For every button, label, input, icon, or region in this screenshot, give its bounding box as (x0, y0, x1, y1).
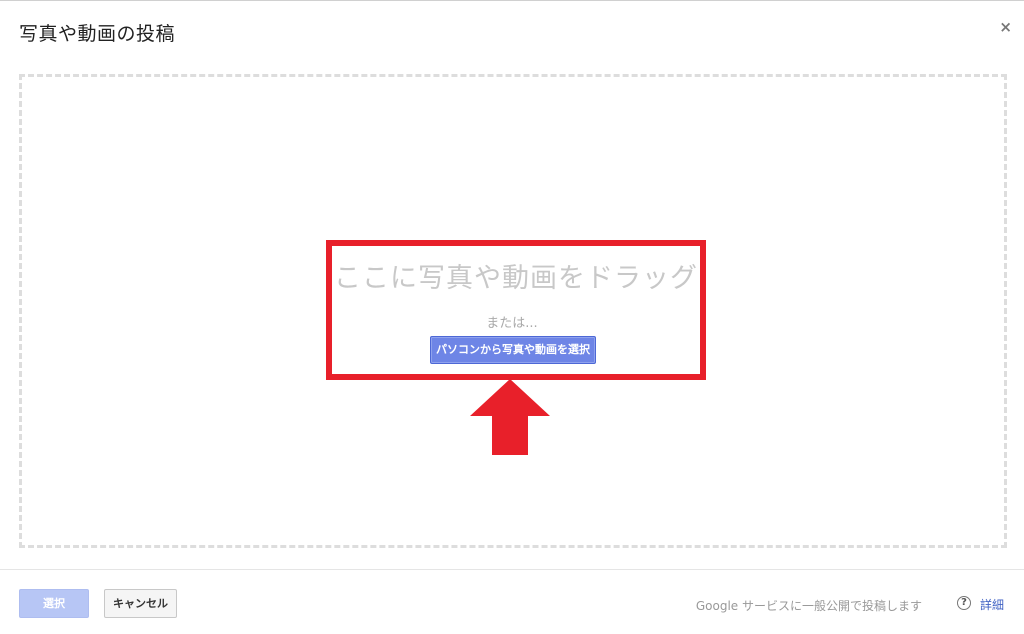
public-post-notice: Google サービスに一般公開で投稿します (695, 599, 922, 613)
dialog-title: 写真や動画の投稿 (19, 23, 176, 45)
drag-instruction: ここに写真や動画をドラッグ (334, 263, 698, 294)
close-icon[interactable]: × (999, 19, 1012, 35)
cancel-button[interactable]: キャンセル (104, 589, 177, 618)
upload-dialog: 写真や動画の投稿 × ここに写真や動画をドラッグ または... パソコンから写真… (0, 0, 1024, 634)
question-circle-icon[interactable]: ? (957, 596, 971, 610)
up-arrow-shape (470, 379, 550, 455)
or-label: または... (486, 316, 538, 331)
footer-divider (0, 569, 1024, 570)
details-link[interactable]: 詳細 (980, 596, 1004, 613)
choose-from-computer-button[interactable]: パソコンから写真や動画を選択 (430, 336, 596, 364)
up-arrow-icon (470, 379, 550, 455)
select-button[interactable]: 選択 (19, 589, 89, 618)
